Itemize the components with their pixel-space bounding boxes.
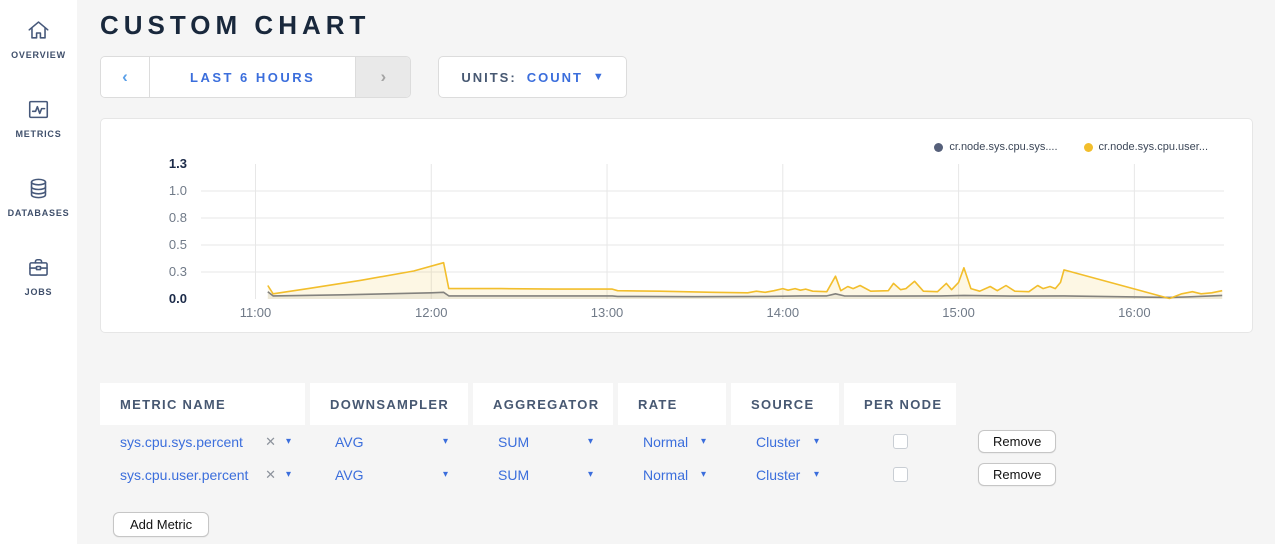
sidebar-item-overview[interactable]: OVERVIEW [11,14,66,60]
downsampler-select[interactable]: AVG ▾ [310,458,468,491]
chevron-down-icon: ▾ [286,469,291,480]
aggregator-value: SUM [498,434,529,450]
svg-text:15:00: 15:00 [942,305,975,320]
remove-metric-button[interactable]: Remove [978,463,1056,486]
sidebar-item-metrics[interactable]: METRICS [15,93,61,139]
sidebar-item-label: OVERVIEW [11,50,66,60]
svg-text:1.0: 1.0 [169,183,187,198]
sidebar-item-jobs[interactable]: JOBS [25,251,53,297]
chevron-down-icon: ▾ [443,469,448,480]
clear-metric-icon[interactable]: ✕ [265,467,276,483]
col-header-downsampler: DOWNSAMPLER [310,383,468,425]
remove-metric-button[interactable]: Remove [978,430,1056,453]
svg-text:0.8: 0.8 [169,210,187,225]
aggregator-value: SUM [498,467,529,483]
chevron-down-icon: ▼ [593,71,604,83]
legend-dot [1084,143,1093,152]
metric-name-value: sys.cpu.user.percent [120,467,248,483]
chevron-down-icon: ▾ [814,469,819,480]
units-value: COUNT [527,70,583,85]
svg-text:13:00: 13:00 [591,305,624,320]
table-header-row: METRIC NAME DOWNSAMPLER AGGREGATOR RATE … [100,383,1275,425]
table-row: sys.cpu.user.percent ✕ ▾ AVG ▾ SUM ▾ Nor… [100,458,1275,491]
downsampler-select[interactable]: AVG ▾ [310,425,468,458]
chart-panel: cr.node.sys.cpu.sys.... cr.node.sys.cpu.… [100,118,1253,333]
svg-text:16:00: 16:00 [1118,305,1151,320]
svg-text:12:00: 12:00 [415,305,448,320]
svg-text:14:00: 14:00 [767,305,800,320]
main-content: CUSTOM CHART ‹ LAST 6 HOURS › UNITS: COU… [77,0,1275,544]
col-header-rate: RATE [618,383,726,425]
chevron-down-icon: ▾ [443,436,448,447]
svg-text:0.5: 0.5 [169,237,187,252]
chevron-left-icon: ‹ [122,67,128,87]
metrics-table: METRIC NAME DOWNSAMPLER AGGREGATOR RATE … [100,383,1275,537]
page-title: CUSTOM CHART [100,10,1275,41]
legend-dot [934,143,943,152]
chevron-down-icon: ▾ [814,436,819,447]
home-icon [25,14,52,44]
chevron-down-icon: ▾ [588,469,593,480]
source-value: Cluster [756,467,800,483]
legend-label: cr.node.sys.cpu.user... [1099,141,1208,153]
time-range-next-button[interactable]: › [355,57,410,97]
source-select[interactable]: Cluster ▾ [731,458,839,491]
sidebar-item-label: JOBS [25,287,53,297]
rate-value: Normal [643,467,688,483]
source-select[interactable]: Cluster ▾ [731,425,839,458]
downsampler-value: AVG [335,467,364,483]
col-header-per-node: PER NODE [844,383,956,425]
database-icon [25,172,52,202]
sidebar: OVERVIEW METRICS DATABASES [0,0,77,544]
legend-label: cr.node.sys.cpu.sys.... [949,141,1057,153]
svg-text:11:00: 11:00 [240,305,272,320]
briefcase-icon [25,251,52,281]
time-range-selector: ‹ LAST 6 HOURS › [100,56,411,98]
svg-text:1.3: 1.3 [169,156,187,171]
table-row: sys.cpu.sys.percent ✕ ▾ AVG ▾ SUM ▾ Norm… [100,425,1275,458]
time-range-prev-button[interactable]: ‹ [101,57,150,97]
chevron-down-icon: ▾ [701,469,706,480]
per-node-checkbox[interactable] [893,467,908,482]
rate-select[interactable]: Normal ▾ [618,458,726,491]
svg-text:0.0: 0.0 [169,291,187,306]
col-header-aggregator: AGGREGATOR [473,383,613,425]
chevron-right-icon: › [381,67,387,87]
svg-text:0.3: 0.3 [169,264,187,279]
metric-name-select[interactable]: sys.cpu.user.percent ✕ ▾ [100,458,305,491]
units-dropdown[interactable]: UNITS: COUNT ▼ [438,56,626,98]
sidebar-item-label: DATABASES [8,208,70,218]
per-node-checkbox[interactable] [893,434,908,449]
metric-name-select[interactable]: sys.cpu.sys.percent ✕ ▾ [100,425,305,458]
col-header-metric-name: METRIC NAME [100,383,305,425]
metrics-icon [25,93,52,123]
legend-item-sys[interactable]: cr.node.sys.cpu.sys.... [934,141,1057,153]
legend-item-user[interactable]: cr.node.sys.cpu.user... [1084,141,1208,153]
add-metric-button[interactable]: Add Metric [113,512,209,537]
aggregator-select[interactable]: SUM ▾ [473,425,613,458]
downsampler-value: AVG [335,434,364,450]
chevron-down-icon: ▾ [701,436,706,447]
rate-value: Normal [643,434,688,450]
units-label: UNITS: [461,70,516,85]
chevron-down-icon: ▾ [286,436,291,447]
source-value: Cluster [756,434,800,450]
chevron-down-icon: ▾ [588,436,593,447]
col-header-source: SOURCE [731,383,839,425]
rate-select[interactable]: Normal ▾ [618,425,726,458]
time-range-dropdown[interactable]: LAST 6 HOURS [150,57,355,97]
time-range-label: LAST 6 HOURS [190,70,315,85]
metric-name-value: sys.cpu.sys.percent [120,434,243,450]
controls-row: ‹ LAST 6 HOURS › UNITS: COUNT ▼ [100,56,1275,98]
clear-metric-icon[interactable]: ✕ [265,434,276,450]
aggregator-select[interactable]: SUM ▾ [473,458,613,491]
sidebar-item-databases[interactable]: DATABASES [8,172,70,218]
chart-legend: cr.node.sys.cpu.sys.... cr.node.sys.cpu.… [934,141,1208,153]
sidebar-item-label: METRICS [15,129,61,139]
